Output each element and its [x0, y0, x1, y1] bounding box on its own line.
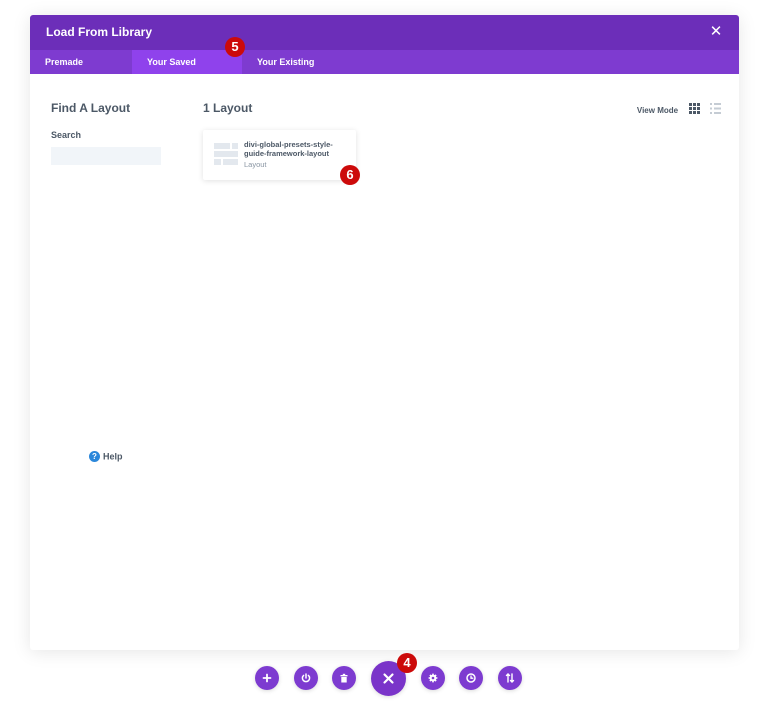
modal-header: Load From Library ✕	[30, 15, 739, 50]
settings-button[interactable]	[421, 666, 445, 690]
step-badge-6: 6	[340, 165, 360, 185]
sort-icon	[505, 673, 515, 683]
tab-premade-layouts[interactable]: Premade Layouts	[30, 50, 132, 91]
grid-view-icon[interactable]	[688, 101, 700, 119]
history-button[interactable]	[459, 666, 483, 690]
question-circle-icon: ?	[89, 451, 100, 463]
portability-button[interactable]	[498, 666, 522, 690]
search-input[interactable]	[51, 147, 161, 165]
close-icon: ✕	[709, 23, 723, 40]
add-icon	[262, 673, 272, 683]
trash-icon	[340, 673, 348, 683]
load-from-library-modal: Load From Library ✕ Premade Layouts Your…	[30, 15, 739, 650]
search-label: Search	[51, 130, 82, 140]
clear-layout-button[interactable]	[332, 666, 356, 690]
help-label: Help	[103, 451, 123, 462]
gear-icon	[428, 673, 438, 683]
power-icon	[301, 673, 311, 683]
layout-thumbnail-icon	[214, 143, 238, 172]
help-link[interactable]: ? Help	[89, 451, 123, 463]
add-button[interactable]	[255, 666, 279, 690]
close-modal-button[interactable]: ✕	[707, 23, 725, 41]
bottom-toolbar: 4	[0, 650, 768, 703]
sidebar-title: Find A Layout	[51, 101, 131, 115]
layout-count: 1 Layout	[203, 101, 253, 115]
modal-title: Load From Library	[46, 25, 153, 39]
layout-name: divi-global-presets-style-guide-framewor…	[244, 140, 333, 158]
layout-type: Layout	[244, 160, 267, 169]
step-badge-4: 4	[397, 653, 417, 673]
view-mode-label: View Mode	[636, 105, 679, 115]
library-tabs: Premade Layouts Your Saved Layouts Your …	[30, 50, 739, 91]
layout-card[interactable]: divi-global-presets-style-guide-framewor…	[203, 130, 356, 180]
view-mode: View Mode	[637, 101, 721, 115]
history-icon	[466, 673, 476, 683]
list-view-icon[interactable]	[710, 101, 721, 119]
wireframe-button[interactable]	[294, 666, 318, 690]
step-badge-5: 5	[225, 37, 245, 57]
tab-your-saved-layouts[interactable]: Your Saved Layouts	[132, 50, 242, 91]
tab-your-existing-pages[interactable]: Your Existing Pages	[242, 50, 352, 91]
